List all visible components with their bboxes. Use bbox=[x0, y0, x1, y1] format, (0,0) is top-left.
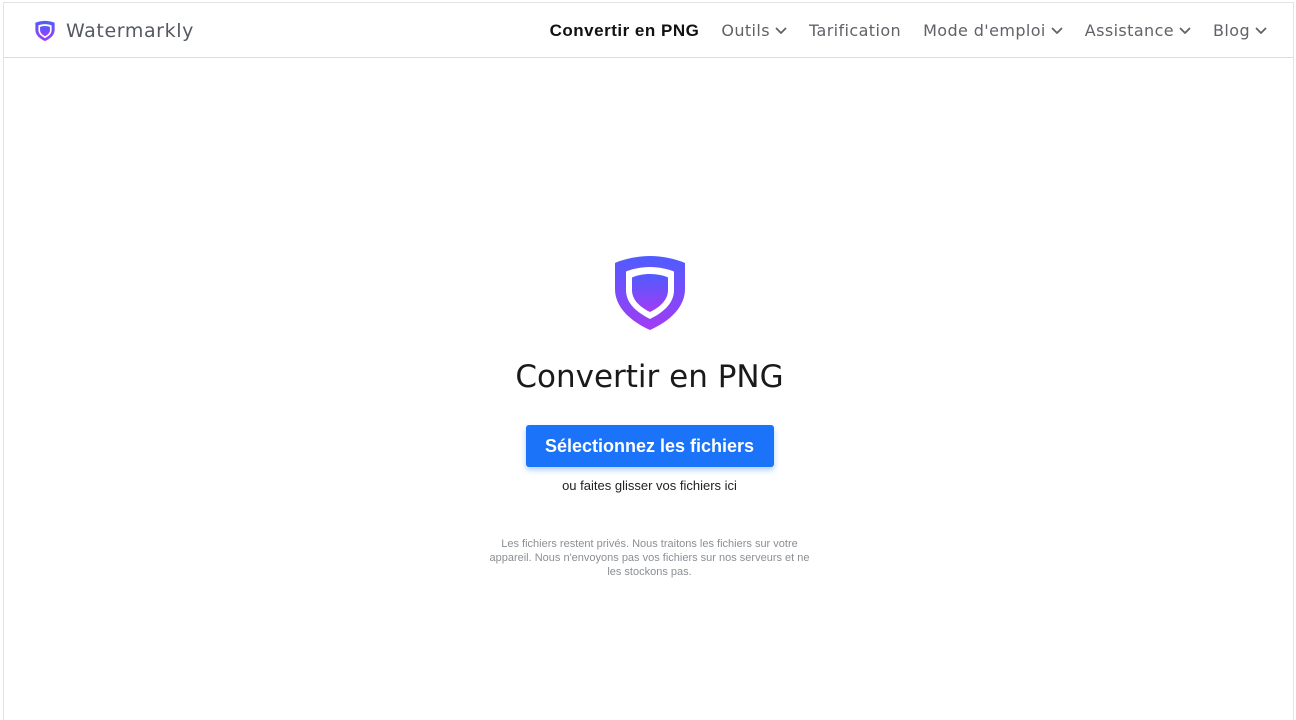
nav-item-tarification[interactable]: Tarification bbox=[809, 21, 901, 40]
shield-icon bbox=[614, 256, 685, 330]
nav-item-label: Outils bbox=[721, 21, 770, 40]
chevron-down-icon bbox=[1179, 27, 1191, 34]
select-files-button[interactable]: Sélectionnez les fichiers bbox=[525, 425, 774, 467]
shield-icon bbox=[35, 20, 55, 42]
nav-item-mode-d-emploi[interactable]: Mode d'emploi bbox=[923, 21, 1063, 40]
nav-item-label: Blog bbox=[1213, 21, 1250, 40]
page-title: Convertir en PNG bbox=[515, 359, 784, 395]
chevron-down-icon bbox=[775, 27, 787, 34]
nav-item-blog[interactable]: Blog bbox=[1213, 21, 1267, 40]
chevron-down-icon bbox=[1051, 27, 1063, 34]
brand-link[interactable]: Watermarkly bbox=[34, 18, 194, 44]
top-navbar: Watermarkly Convertir en PNG Outils Tari… bbox=[4, 3, 1293, 58]
nav-item-outils[interactable]: Outils bbox=[721, 21, 787, 40]
nav-item-label: Assistance bbox=[1084, 21, 1175, 40]
browser-page: Watermarkly Convertir en PNG Outils Tari… bbox=[3, 2, 1294, 720]
nav-item-assistance[interactable]: Assistance bbox=[1085, 21, 1191, 40]
drop-hint: ou faites glisser vos fichiers ici bbox=[562, 478, 737, 493]
nav-item-label: Mode d'emploi bbox=[923, 21, 1046, 40]
brand-name: Watermarkly bbox=[66, 20, 194, 42]
nav-item-label: Convertir en PNG bbox=[549, 20, 700, 40]
privacy-note: Les fichiers restent privés. Nous traito… bbox=[489, 538, 810, 578]
chevron-down-icon bbox=[1255, 27, 1267, 34]
nav-item-convertir-en-png[interactable]: Convertir en PNG bbox=[550, 21, 700, 41]
nav-item-label: Tarification bbox=[808, 21, 902, 40]
upload-area[interactable]: Convertir en PNG Sélectionnez les fichie… bbox=[4, 253, 1295, 579]
main-nav: Convertir en PNG Outils Tarification Mod… bbox=[528, 3, 1267, 58]
